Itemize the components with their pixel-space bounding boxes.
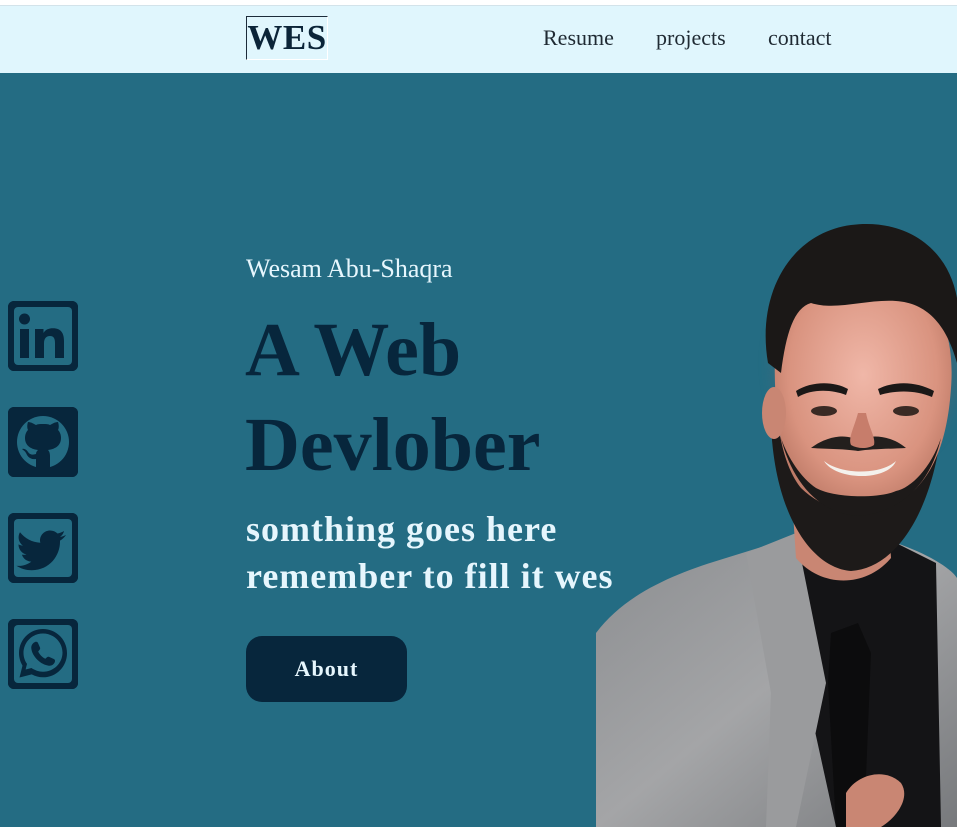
linkedin-icon <box>8 301 78 371</box>
profile-photo <box>596 213 957 827</box>
hero-section: Wesam Abu-Shaqra A Web Devlober somthing… <box>0 73 957 827</box>
nav-link-resume[interactable]: Resume <box>543 25 614 51</box>
whatsapp-link[interactable] <box>8 619 78 689</box>
about-button[interactable]: About <box>246 636 407 702</box>
whatsapp-icon <box>8 619 78 689</box>
twitter-link[interactable] <box>8 513 78 583</box>
linkedin-link[interactable] <box>8 301 78 371</box>
logo[interactable]: WES <box>246 16 328 60</box>
github-link[interactable] <box>8 407 78 477</box>
nav-link-contact[interactable]: contact <box>768 25 832 51</box>
nav-link-projects[interactable]: projects <box>656 25 726 51</box>
twitter-icon <box>8 513 78 583</box>
github-icon <box>8 407 78 477</box>
navbar: WES Resume projects contact <box>0 5 957 73</box>
person-name: Wesam Abu-Shaqra <box>246 254 453 283</box>
